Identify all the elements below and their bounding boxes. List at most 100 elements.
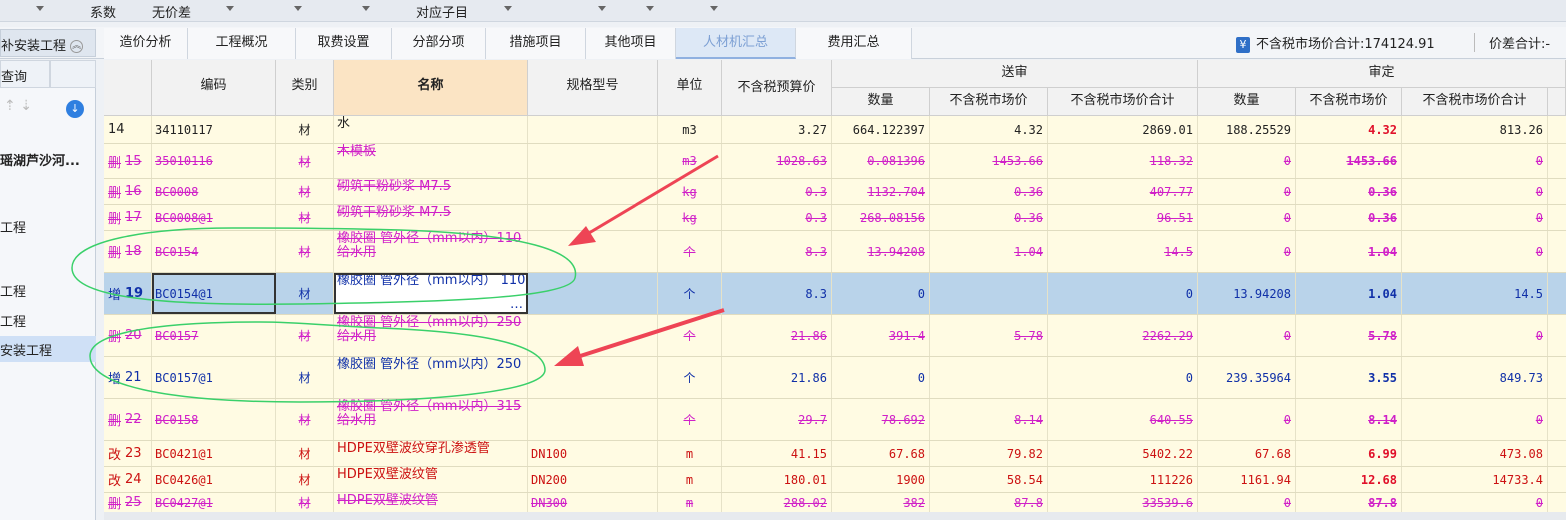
table-row[interactable]: 增 21 BC0157@1 材橡胶圈 管外径（mm以内）250 个 21.86 0 0 239.… <box>104 357 1566 399</box>
table-cell-st[interactable]: 0 <box>1048 357 1198 398</box>
tab-subitems[interactable]: 分部分项 <box>392 28 486 59</box>
table-cell-code[interactable]: BC0157@1 <box>152 357 276 398</box>
table-cell-aq[interactable]: 239.35964 <box>1198 357 1296 398</box>
dropdown-arrow-icon[interactable] <box>226 6 234 11</box>
table-cell-name[interactable]: 砌筑干粉砂浆 M7.5 <box>334 179 528 204</box>
table-cell-unit[interactable]: kg <box>658 205 722 230</box>
query-tab[interactable]: 查询 <box>0 60 50 88</box>
table-row[interactable]: 删 15 35010116 材木模板 m3 1028.63 0.081396 1453.66 1… <box>104 144 1566 179</box>
table-cell-unit[interactable]: m <box>658 493 722 512</box>
table-cell-type[interactable]: 材 <box>276 493 334 512</box>
table-cell-type[interactable]: 材 <box>276 315 334 356</box>
table-cell-idx[interactable]: 增 19 <box>104 273 152 314</box>
table-cell-unit[interactable]: m3 <box>658 144 722 178</box>
arrow-up-icon[interactable]: ⇡ <box>4 98 16 114</box>
table-cell-budget[interactable]: 288.02 <box>722 493 832 512</box>
table-cell-st[interactable]: 14.5 <box>1048 231 1198 272</box>
table-cell-sq[interactable]: 13.94208 <box>832 231 930 272</box>
table-cell-at[interactable]: 14733.4 <box>1402 467 1548 492</box>
column-header-budget-price[interactable]: 不含税预算价 <box>722 60 832 116</box>
table-cell-idx[interactable]: 改 23 <box>104 441 152 466</box>
more-options-icon[interactable]: … <box>510 298 523 312</box>
table-cell-name[interactable]: 橡胶圈 管外径（mm以内）315 给水用 <box>334 399 528 440</box>
column-header-sub-total[interactable]: 不含税市场价合计 <box>1048 88 1198 116</box>
table-cell-budget[interactable]: 21.86 <box>722 315 832 356</box>
column-header-sub-price[interactable]: 不含税市场价 <box>930 88 1048 116</box>
table-cell-name[interactable]: 水 <box>334 116 528 143</box>
table-cell-type[interactable]: 材 <box>276 467 334 492</box>
table-cell-idx[interactable]: 删 25 <box>104 493 152 512</box>
download-icon[interactable]: ↓ <box>66 100 84 118</box>
table-cell-st[interactable]: 640.55 <box>1048 399 1198 440</box>
table-cell-aq[interactable]: 13.94208 <box>1198 273 1296 314</box>
table-row[interactable]: 增 19 BC0154@1 材橡胶圈 管外径（mm以内） 110… 个 8.3 0 0 13.9… <box>104 273 1566 315</box>
table-cell-budget[interactable]: 3.27 <box>722 116 832 143</box>
dropdown-arrow-icon[interactable] <box>362 6 370 11</box>
table-cell-idx[interactable]: 删 22 <box>104 399 152 440</box>
table-cell-aq[interactable]: 0 <box>1198 315 1296 356</box>
table-cell-ap[interactable]: 12.68 <box>1296 467 1402 492</box>
table-cell-ap[interactable]: 0.36 <box>1296 179 1402 204</box>
dropdown-arrow-icon[interactable] <box>646 6 654 11</box>
table-cell-sp[interactable]: 5.78 <box>930 315 1048 356</box>
price-diff-select[interactable]: 无价差 <box>152 2 191 21</box>
tab-other-items[interactable]: 其他项目 <box>586 28 676 59</box>
table-cell-sp[interactable] <box>930 357 1048 398</box>
table-cell-idx[interactable]: 删 16 <box>104 179 152 204</box>
tab-labor-material-summary[interactable]: 人材机汇总 <box>676 28 796 59</box>
table-cell-aq[interactable]: 0 <box>1198 399 1296 440</box>
table-cell-idx[interactable]: 14 <box>104 116 152 143</box>
table-cell-code[interactable]: 35010116 <box>152 144 276 178</box>
table-cell-at[interactable]: 0 <box>1402 144 1548 178</box>
table-cell-type[interactable]: 材 <box>276 144 334 178</box>
table-cell-at[interactable]: 0 <box>1402 399 1548 440</box>
table-cell-code[interactable]: BC0157 <box>152 315 276 356</box>
table-cell-name[interactable]: 橡胶圈 管外径（mm以内）250 给水用 <box>334 315 528 356</box>
table-cell-type[interactable]: 材 <box>276 441 334 466</box>
table-row[interactable]: 删 22 BC0158 材橡胶圈 管外径（mm以内）315 给水用个 29.7 78.69… <box>104 399 1566 441</box>
table-cell-at[interactable]: 0 <box>1402 493 1548 512</box>
table-cell-sq[interactable]: 382 <box>832 493 930 512</box>
table-cell-spec[interactable] <box>528 273 658 314</box>
table-cell-spec[interactable]: DN100 <box>528 441 658 466</box>
table-cell-idx[interactable]: 删 18 <box>104 231 152 272</box>
table-cell-sp[interactable]: 58.54 <box>930 467 1048 492</box>
table-cell-code[interactable]: BC0158 <box>152 399 276 440</box>
table-cell-sp[interactable]: 0.36 <box>930 205 1048 230</box>
table-cell-type[interactable]: 材 <box>276 357 334 398</box>
table-cell-budget[interactable]: 8.3 <box>722 231 832 272</box>
column-header-name[interactable]: 名称 <box>334 60 528 116</box>
table-cell-st[interactable]: 407.77 <box>1048 179 1198 204</box>
table-cell-unit[interactable]: 个 <box>658 231 722 272</box>
table-cell-name[interactable]: 橡胶圈 管外径（mm以内）110 给水用 <box>334 231 528 272</box>
dropdown-arrow-icon[interactable] <box>504 6 512 11</box>
table-cell-sp[interactable]: 8.14 <box>930 399 1048 440</box>
tab-project-overview[interactable]: 工程概况 <box>188 28 296 59</box>
table-cell-spec[interactable]: DN300 <box>528 493 658 512</box>
column-header-code[interactable]: 编码 <box>152 60 276 116</box>
column-header-type[interactable]: 类别 <box>276 60 334 116</box>
tab-cost-analysis[interactable]: 造价分析 <box>104 28 188 59</box>
dropdown-arrow-icon[interactable] <box>710 6 718 11</box>
table-cell-spec[interactable] <box>528 205 658 230</box>
table-cell-ap[interactable]: 0.36 <box>1296 205 1402 230</box>
table-cell-name[interactable]: 砌筑干粉砂浆 M7.5 <box>334 205 528 230</box>
dropdown-arrow-icon[interactable] <box>294 6 302 11</box>
table-cell-spec[interactable] <box>528 179 658 204</box>
table-cell-ap[interactable]: 3.55 <box>1296 357 1402 398</box>
table-cell-aq[interactable]: 67.68 <box>1198 441 1296 466</box>
table-row[interactable]: 改 24 BC0426@1 材 HDPE双壁波纹管 DN200 m 180.01 1900 58.… <box>104 467 1566 493</box>
table-cell-ap[interactable]: 5.78 <box>1296 315 1402 356</box>
column-header-aud-qty[interactable]: 数量 <box>1198 88 1296 116</box>
table-cell-idx[interactable]: 删 15 <box>104 144 152 178</box>
table-cell-aq[interactable]: 0 <box>1198 231 1296 272</box>
table-cell-sq[interactable]: 67.68 <box>832 441 930 466</box>
project-tree-header[interactable]: 补安装工程 ︽ <box>0 29 96 57</box>
table-row[interactable]: 删 20 BC0157 材橡胶圈 管外径（mm以内）250 给水用个 21.86 391.… <box>104 315 1566 357</box>
column-header-spec[interactable]: 规格型号 <box>528 60 658 116</box>
table-cell-budget[interactable]: 8.3 <box>722 273 832 314</box>
table-cell-at[interactable]: 14.5 <box>1402 273 1548 314</box>
table-cell-st[interactable]: 2869.01 <box>1048 116 1198 143</box>
table-cell-type[interactable]: 材 <box>276 399 334 440</box>
table-cell-name[interactable]: 橡胶圈 管外径（mm以内） 110… <box>334 273 528 314</box>
